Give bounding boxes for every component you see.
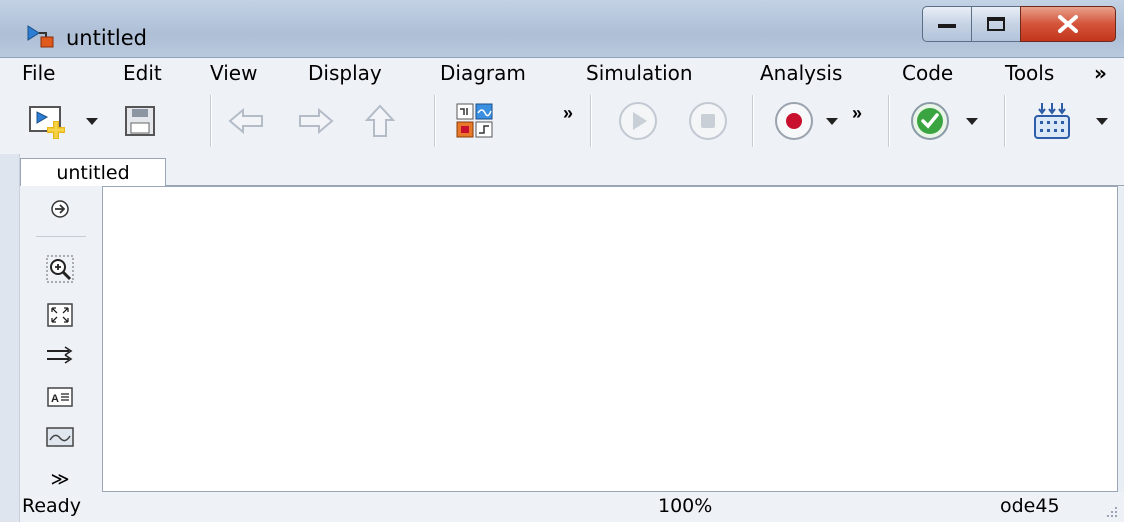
menu-simulation[interactable]: Simulation: [586, 61, 693, 85]
explorer-arrow-icon: [51, 200, 69, 218]
record-button[interactable]: [766, 97, 822, 145]
model-advisor-button[interactable]: [902, 97, 958, 145]
arrow-left-icon: [228, 107, 263, 135]
record-dropdown[interactable]: [820, 97, 844, 145]
build-button[interactable]: [1024, 97, 1080, 145]
save-button[interactable]: [114, 97, 166, 145]
back-button[interactable]: [220, 97, 272, 145]
toolbar-separator: [752, 95, 753, 147]
window-controls: [922, 6, 1116, 44]
record-icon: [775, 102, 813, 140]
route-lines-button[interactable]: [38, 338, 82, 372]
minimize-button[interactable]: [922, 6, 972, 42]
solver-name[interactable]: ode45: [1000, 495, 1060, 517]
forward-button[interactable]: [290, 97, 342, 145]
menu-tools[interactable]: Tools: [1005, 61, 1054, 85]
fit-to-view-icon: [47, 303, 73, 327]
new-model-icon: [29, 106, 65, 139]
toolbar-overflow-button[interactable]: »: [556, 97, 580, 145]
zoom-level: 100%: [658, 495, 713, 517]
close-button[interactable]: [1020, 6, 1116, 42]
menu-overflow[interactable]: »: [1094, 61, 1107, 85]
chevron-down-icon: [966, 118, 978, 125]
status-bar: Ready 100% ode45: [20, 492, 1124, 522]
status-text: Ready: [22, 495, 81, 517]
annotation-icon: A: [47, 387, 73, 407]
model-advisor-dropdown[interactable]: [960, 97, 984, 145]
maximize-button[interactable]: [971, 6, 1021, 42]
zoom-in-icon: [46, 255, 74, 283]
fit-to-view-button[interactable]: [38, 298, 82, 332]
toolbar-separator: [888, 95, 889, 147]
library-browser-icon: [456, 103, 493, 138]
palette-separator: [36, 236, 86, 237]
stop-icon: [689, 102, 727, 140]
image-button[interactable]: [38, 420, 82, 454]
tab-untitled[interactable]: untitled: [20, 158, 166, 187]
toolbar-overflow-button[interactable]: »: [846, 97, 868, 145]
toolbar-separator: [210, 95, 211, 147]
simulink-window: untitled File Edit View Display Diagram …: [0, 0, 1124, 522]
hide-show-explorer-button[interactable]: [38, 192, 82, 226]
toolbar-separator: [434, 95, 435, 147]
build-dropdown[interactable]: [1090, 97, 1114, 145]
maximize-icon: [987, 17, 1005, 31]
stop-button[interactable]: [680, 97, 736, 145]
resize-grip-icon[interactable]: [1104, 504, 1118, 518]
up-button[interactable]: [354, 97, 406, 145]
chevron-down-icon: [826, 118, 838, 125]
tool-palette: A ≫: [20, 186, 102, 492]
close-icon: [1058, 15, 1078, 33]
menu-diagram[interactable]: Diagram: [440, 61, 526, 85]
arrow-up-icon: [364, 104, 396, 137]
chevron-down-icon: [1096, 118, 1108, 125]
library-browser-button[interactable]: [450, 97, 500, 145]
chevron-down-icon: [86, 118, 98, 125]
new-model-dropdown[interactable]: [80, 97, 104, 145]
window-left-edge: [0, 154, 20, 522]
model-tab-strip: untitled: [0, 154, 1124, 187]
toolbar-separator: [590, 95, 591, 147]
simulink-model-icon: [26, 24, 56, 48]
image-icon: [46, 427, 74, 447]
zoom-button[interactable]: [38, 252, 82, 286]
build-icon: [1034, 103, 1070, 139]
signal-lines-icon: [47, 346, 73, 364]
menu-view[interactable]: View: [210, 61, 257, 85]
title-bar[interactable]: untitled: [0, 0, 1124, 58]
toolbar: » »: [0, 89, 1124, 154]
floppy-disk-icon: [125, 106, 155, 136]
arrow-right-icon: [299, 107, 334, 135]
menu-bar: File Edit View Display Diagram Simulatio…: [0, 58, 1124, 89]
check-icon: [911, 102, 949, 140]
menu-analysis[interactable]: Analysis: [760, 61, 842, 85]
run-button[interactable]: [610, 97, 666, 145]
window-title: untitled: [66, 26, 148, 50]
menu-file[interactable]: File: [22, 61, 55, 85]
menu-display[interactable]: Display: [308, 61, 382, 85]
play-icon: [619, 102, 657, 140]
annotation-button[interactable]: A: [38, 380, 82, 414]
new-model-button[interactable]: [20, 97, 78, 145]
menu-edit[interactable]: Edit: [123, 61, 162, 85]
palette-more-button[interactable]: ≫: [38, 462, 82, 496]
menu-code[interactable]: Code: [902, 61, 953, 85]
minimize-icon: [938, 24, 956, 28]
svg-text:A: A: [51, 393, 59, 405]
model-canvas[interactable]: [102, 186, 1118, 492]
toolbar-separator: [1004, 95, 1005, 147]
